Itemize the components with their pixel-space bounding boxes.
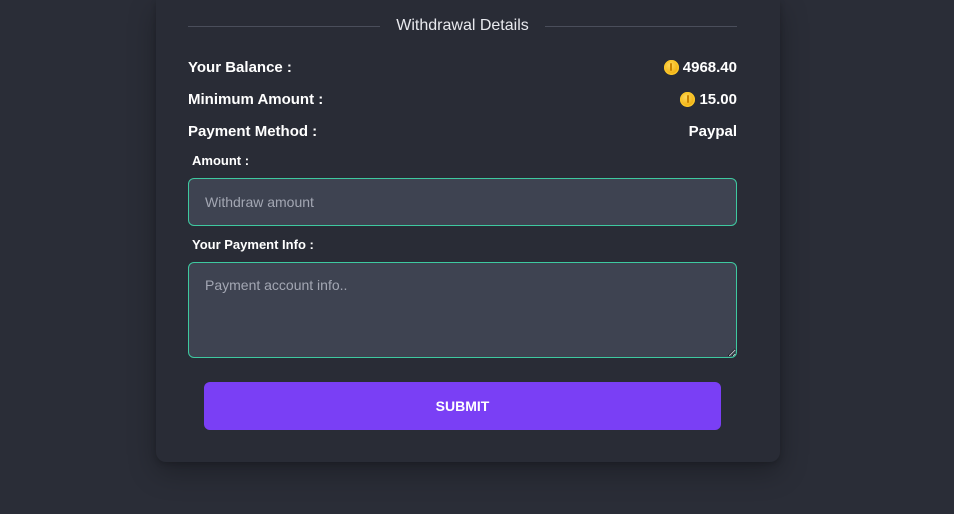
gold-coin-icon [663,59,679,75]
balance-value-group: 4968.40 [663,58,737,76]
section-header: Withdrawal Details [188,14,738,38]
payment-method-value: Paypal [688,122,737,140]
payment-method-row: Payment Method : Paypal [188,120,737,142]
balance-value: 4968.40 [682,58,737,76]
withdraw-amount-input[interactable] [188,178,737,226]
submit-button[interactable]: SUBMIT [204,382,721,430]
payment-method-label: Payment Method : [188,122,318,140]
divider-right [544,25,738,27]
gold-coin-icon [680,91,696,107]
divider-left [188,25,381,27]
minimum-amount-value-group: 15.00 [680,91,737,108]
minimum-amount-label: Minimum Amount : [188,90,324,108]
balance-label: Your Balance : [188,58,292,76]
amount-label: Amount : [192,153,250,168]
minimum-amount-value: 15.00 [699,90,737,108]
payment-info-label: Your Payment Info : [192,237,314,252]
balance-row: Your Balance : 4968.40 [188,56,737,78]
minimum-amount-row: Minimum Amount : 15.00 [188,88,737,110]
payment-info-textarea[interactable] [188,262,737,358]
section-title: Withdrawal Details [396,17,529,34]
